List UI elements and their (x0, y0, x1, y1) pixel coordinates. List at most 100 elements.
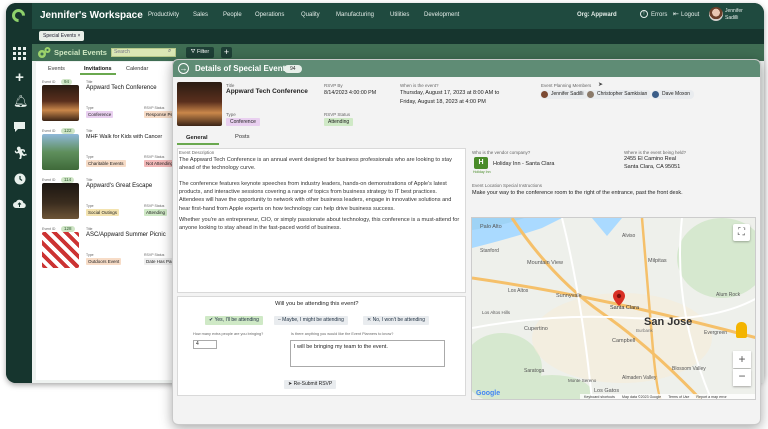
rsvp-status: Attending (324, 118, 354, 126)
add-icon[interactable]: + (13, 70, 26, 85)
errors-link[interactable]: Errors (651, 12, 667, 18)
guests-label: How many extra people are you bringing? (193, 332, 264, 336)
send-icon[interactable]: ➤ (598, 81, 603, 88)
member-name: Dave Moxon (662, 91, 691, 97)
google-logo: Google (476, 390, 501, 397)
send-icon: ➤ (288, 381, 293, 387)
app-logo[interactable] (9, 6, 28, 25)
event-image (42, 232, 79, 268)
map-pin-icon[interactable] (613, 290, 625, 306)
nav-operations[interactable]: Operations (255, 12, 284, 18)
cloud-upload-icon[interactable] (13, 199, 26, 212)
event-type: Conference (226, 118, 260, 126)
chip-label: Special Events (43, 33, 77, 39)
when-label: When is the event? (400, 83, 439, 88)
nav-development[interactable]: Development (424, 12, 459, 18)
rsvp-status-label: RSVP Status (324, 112, 351, 117)
back-arrow-icon[interactable]: → (178, 63, 189, 74)
sub-bar (32, 29, 764, 44)
list-item[interactable]: Event ID 114 Title Appward's Great Escap… (40, 177, 176, 223)
avatar[interactable] (709, 7, 723, 21)
description-paragraph: Whether you're an entrepreneur, CIO, or … (179, 217, 460, 232)
street-view-pegman-icon[interactable] (736, 322, 747, 338)
report-error-link[interactable]: Report a map error (696, 395, 726, 399)
fullscreen-icon[interactable]: ⛶ (733, 224, 750, 241)
member-name: Christopher Samkisian (597, 91, 648, 97)
chat-icon[interactable] (13, 121, 26, 134)
terms-link[interactable]: Terms of Use (668, 395, 689, 399)
tab-posts[interactable]: Posts (235, 134, 250, 140)
map-footer: Keyboard shortcuts Map data ©2023 Google… (580, 394, 755, 399)
filter-icon: ⛛ (190, 49, 196, 55)
nav-productivity[interactable]: Productivity (148, 12, 179, 18)
list-item[interactable]: Event ID 122 Title MHF Walk for Kids wit… (40, 128, 176, 174)
resubmit-label: Re-Submit RSVP (293, 381, 333, 387)
clock-icon[interactable] (13, 173, 26, 186)
grid-icon[interactable] (13, 47, 26, 60)
zoom-in-button[interactable]: + (733, 351, 751, 368)
list-item[interactable]: Event ID 94 Title Appward Tech Conferenc… (40, 79, 187, 125)
rsvp-yes-button[interactable]: ✔ Yes, I'll be attending (205, 316, 263, 325)
resubmit-rsvp-button[interactable]: ➤ Re-Submit RSVP (284, 380, 337, 389)
info-icon[interactable]: ! (640, 10, 648, 18)
nav-people[interactable]: People (223, 12, 242, 18)
check-icon: ✔ (209, 317, 214, 323)
event-image (42, 134, 79, 170)
filter-button[interactable]: ⛛ Filter (186, 47, 214, 58)
map-label: Milpitas (648, 258, 667, 264)
map-label: Sunnyvale (556, 293, 582, 299)
nav-quality[interactable]: Quality (301, 12, 320, 18)
tab-invitations[interactable]: Invitations (84, 66, 112, 72)
tab-events[interactable]: Events (48, 66, 65, 72)
event-title: Appward's Great Escape (86, 183, 153, 189)
zoom-out-button[interactable]: − (733, 369, 751, 386)
instructions-text: Make your way to the conference room to … (472, 190, 683, 196)
org-value[interactable]: Appward (591, 12, 617, 18)
map-label: Campbell (612, 338, 636, 344)
search-icon[interactable]: ⌕ (168, 48, 171, 55)
map-data-text: Map data ©2023 Google (621, 395, 662, 399)
special-events-chip[interactable]: Special Events × (39, 31, 85, 41)
map-label: Alviso (622, 233, 636, 239)
note-textarea[interactable]: I will be bringing my team to the event. (290, 340, 445, 367)
vendor-logo: H (474, 157, 488, 169)
when-line-2: Friday, August 18, 2023 at 4:00 PM (400, 99, 486, 105)
vendor-name[interactable]: Holiday Inn - Santa Clara (493, 161, 554, 167)
rsvp-status-label: RSVP Status (144, 204, 165, 208)
location-map[interactable]: Palo Alto Stanford Mountain View Los Alt… (471, 217, 756, 400)
rsvp-yes-label: Yes, I'll be attending (214, 317, 259, 323)
event-id-label: Event ID (42, 129, 56, 133)
add-event-button[interactable]: + (221, 47, 232, 58)
map-label: Stanford (480, 248, 499, 254)
event-type: Social Outings (86, 209, 120, 216)
rsvp-by: 8/14/2023 4:00:00 PM (324, 90, 377, 96)
search-input[interactable]: Search (111, 48, 176, 57)
guests-input[interactable]: 4 (193, 340, 217, 349)
rsvp-maybe-button[interactable]: – Maybe, I might be attending (274, 316, 348, 325)
tab-calendar[interactable]: Calendar (126, 66, 148, 72)
rsvp-no-label: No, I won't be attending (372, 317, 425, 323)
rsvp-status: Not Attending (144, 160, 176, 167)
logout-icon[interactable]: ⇤ (673, 10, 679, 18)
dash-icon: – (278, 317, 281, 323)
title-label: Title (86, 178, 93, 182)
events-bar-title: Special Events (54, 48, 107, 57)
description-paragraph: The Appward Tech Conference is an annual… (179, 157, 452, 172)
type-label: Type (86, 155, 94, 159)
member-chip[interactable]: Christopher Samkisian (586, 90, 652, 99)
tab-general[interactable]: General (186, 135, 208, 141)
type-label: Type (226, 112, 236, 117)
map-label: Los Altos (508, 288, 529, 294)
nav-utilities[interactable]: Utilities (390, 12, 409, 18)
close-icon[interactable]: × (77, 33, 80, 39)
nav-manufacturing[interactable]: Manufacturing (336, 12, 374, 18)
nav-sales[interactable]: Sales (193, 12, 208, 18)
logout-link[interactable]: Logout (681, 12, 699, 18)
vendor-logo-text: Holiday Inn (473, 170, 491, 174)
running-icon[interactable]: 🏃︎ (13, 147, 28, 160)
bell-icon[interactable]: 🔔︎ (13, 95, 28, 108)
keyboard-shortcuts-link[interactable]: Keyboard shortcuts (584, 395, 615, 399)
list-item[interactable]: Event ID 128 Title ASC/Appward Summer Pi… (40, 226, 184, 272)
type-label: Type (86, 204, 94, 208)
rsvp-no-button[interactable]: ✕ No, I won't be attending (363, 316, 429, 325)
